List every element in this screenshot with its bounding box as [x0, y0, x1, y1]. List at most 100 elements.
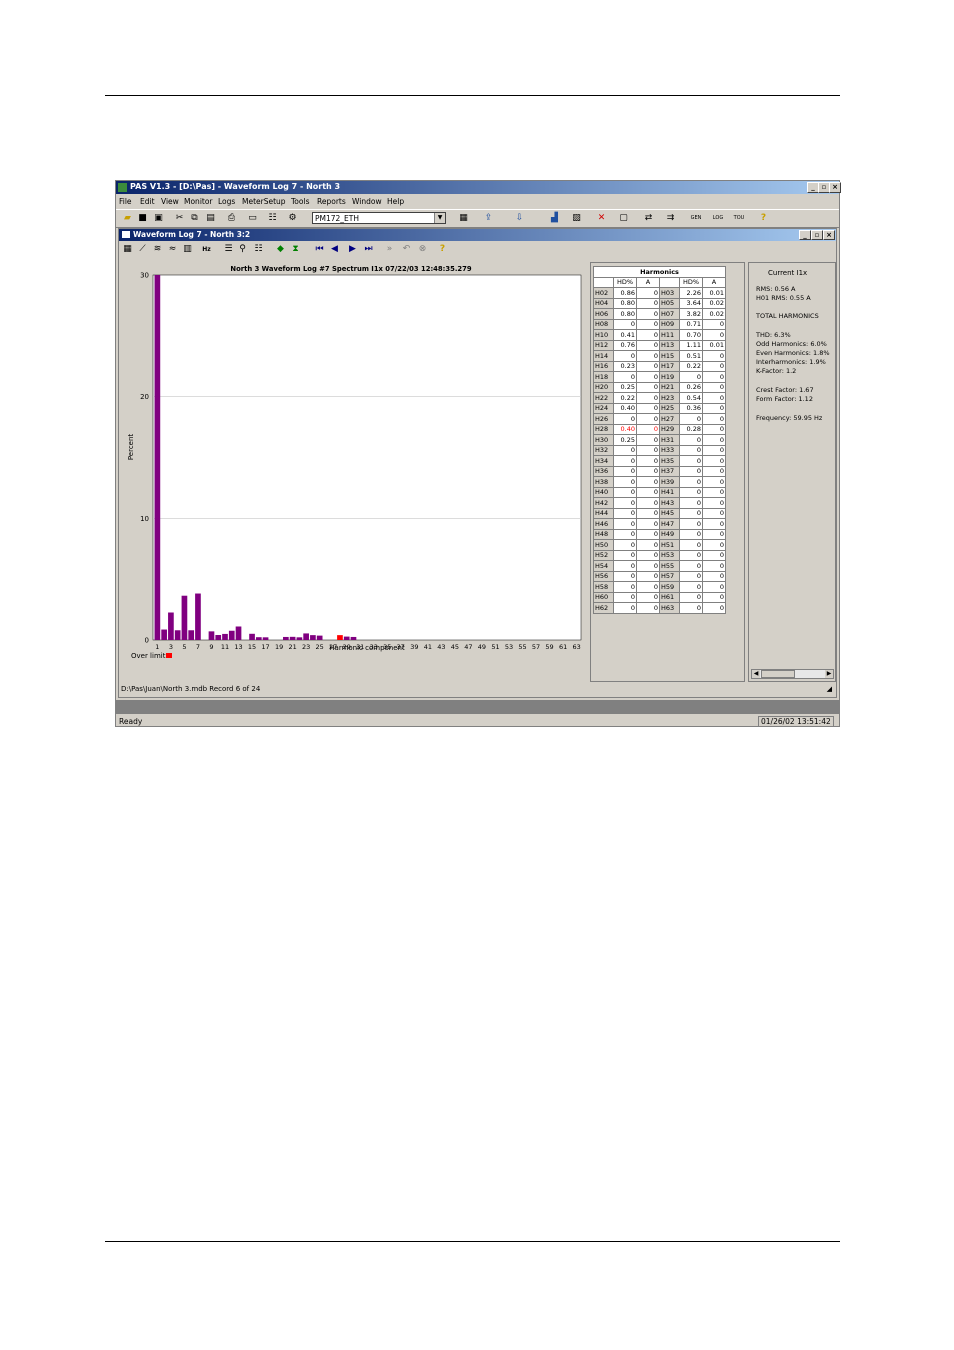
- scroll-left-icon[interactable]: ◀: [752, 670, 760, 678]
- spectrum-chart-icon[interactable]: ▥: [182, 244, 193, 255]
- tou-icon[interactable]: TOU: [731, 213, 747, 224]
- harmonic-name-cell: H25: [659, 402, 680, 414]
- grid-view-icon[interactable]: ▦: [122, 244, 133, 255]
- harmonic-name-cell: H09: [659, 318, 680, 330]
- upload-icon[interactable]: ⇪: [483, 213, 494, 224]
- harmonic-name-cell: H41: [659, 486, 680, 498]
- horizontal-scrollbar[interactable]: ◀ ▶: [751, 669, 834, 679]
- hz-icon[interactable]: Hz: [201, 244, 212, 255]
- resize-grip-icon[interactable]: ◢: [827, 685, 832, 693]
- zoom-horizontal-icon[interactable]: ⧗: [290, 244, 301, 255]
- harmonic-name-cell: H49: [659, 528, 680, 540]
- copy-icon[interactable]: ⧉: [189, 213, 200, 224]
- help-icon[interactable]: ?: [758, 213, 769, 224]
- transfer2-icon[interactable]: ⇉: [665, 213, 676, 224]
- table-icon[interactable]: ▦: [458, 213, 469, 224]
- child-close-icon[interactable]: ×: [823, 230, 835, 240]
- paste-icon[interactable]: ▤: [205, 213, 216, 224]
- bar-h30: [350, 636, 357, 640]
- x-tick-label: 17: [261, 643, 269, 651]
- stop-icon[interactable]: ▢: [618, 213, 629, 224]
- menu-logs[interactable]: Logs: [218, 197, 235, 206]
- child-restore-icon[interactable]: ▫: [811, 230, 823, 240]
- harmonic-name-cell: H44: [593, 507, 614, 519]
- open-icon[interactable]: ▰: [122, 213, 133, 224]
- harmonics-header-row: HD% A HD% A: [593, 276, 726, 288]
- harmonic-name-cell: H28: [593, 423, 614, 435]
- page-bottom-rule: [105, 1241, 840, 1242]
- menu-help[interactable]: Help: [387, 197, 404, 206]
- image-icon[interactable]: ▨: [571, 213, 582, 224]
- menu-reports[interactable]: Reports: [317, 197, 346, 206]
- scroll-right-icon[interactable]: ▶: [825, 670, 833, 678]
- harmonic-value-cell: 0: [636, 423, 660, 435]
- x-tick-label: 3: [169, 643, 173, 651]
- delete-icon[interactable]: ✕: [596, 213, 607, 224]
- harmonic-value-cell: 0: [702, 318, 726, 330]
- app-title-bar[interactable]: PAS V1.3 - [D:\Pas] - Waveform Log 7 - N…: [116, 181, 841, 194]
- undo-icon[interactable]: ↶: [401, 244, 412, 255]
- preview-icon[interactable]: ▭: [247, 213, 258, 224]
- overlay-chart-icon[interactable]: ≈: [167, 244, 178, 255]
- download-icon[interactable]: ⇩: [514, 213, 525, 224]
- harmonic-value-cell: 0.54: [679, 392, 703, 404]
- save-icon[interactable]: ■: [137, 213, 148, 224]
- list-icon[interactable]: ☰: [223, 244, 234, 255]
- cancel-icon[interactable]: ⊗: [417, 244, 428, 255]
- line-chart-icon[interactable]: ⟋: [137, 244, 148, 255]
- save-all-icon[interactable]: ▣: [153, 213, 164, 224]
- table-row: H38 0 0 H39 0 0: [593, 476, 726, 488]
- connect-icon[interactable]: ⚙: [287, 213, 298, 224]
- close-icon[interactable]: ×: [829, 182, 841, 193]
- transfer-icon[interactable]: ⇄: [643, 213, 654, 224]
- print-icon[interactable]: ⎙: [226, 213, 237, 224]
- harmonic-value-cell: 0.41: [613, 329, 637, 341]
- prev-record-icon[interactable]: ◀: [329, 244, 340, 255]
- child-help-icon[interactable]: ?: [437, 244, 448, 255]
- next-record-icon[interactable]: ▶: [347, 244, 358, 255]
- menu-file[interactable]: File: [119, 197, 132, 206]
- marker-icon[interactable]: ⚲: [237, 244, 248, 255]
- menu-edit[interactable]: Edit: [140, 197, 155, 206]
- harmonic-value-cell: 0: [613, 539, 637, 551]
- menu-view[interactable]: View: [161, 197, 179, 206]
- app-title: PAS V1.3 - [D:\Pas] - Waveform Log 7 - N…: [130, 182, 341, 191]
- table-row: H02 0.86 0 H03 2.26 0.01: [593, 287, 726, 299]
- harmonic-value-cell: 0.80: [613, 308, 637, 320]
- harmonic-value-cell: 0: [636, 434, 660, 446]
- harmonic-value-cell: 0: [679, 413, 703, 425]
- child-title-bar[interactable]: Waveform Log 7 - North 3:2 _ ▫ ×: [119, 229, 836, 241]
- chevron-down-icon[interactable]: ▼: [434, 213, 445, 223]
- x-tick-label: 63: [572, 643, 580, 651]
- menu-monitor[interactable]: Monitor: [184, 197, 213, 206]
- multi-chart-icon[interactable]: ≋: [152, 244, 163, 255]
- x-tick-label: 9: [209, 643, 213, 651]
- menu-metersetup[interactable]: MeterSetup: [242, 197, 286, 206]
- zoom-vertical-icon[interactable]: ◆: [275, 244, 286, 255]
- gen-icon[interactable]: GEN: [688, 213, 704, 224]
- table-row: H44 0 0 H45 0 0: [593, 507, 726, 519]
- child-minimize-icon[interactable]: _: [799, 230, 811, 240]
- harmonic-name-cell: H59: [659, 581, 680, 593]
- last-record-icon[interactable]: ⏭: [363, 244, 374, 255]
- menu-tools[interactable]: Tools: [291, 197, 309, 206]
- first-record-icon[interactable]: ⏮: [314, 244, 325, 255]
- cut-icon[interactable]: ✂: [174, 213, 185, 224]
- scroll-thumb[interactable]: [761, 670, 795, 678]
- settings-icon[interactable]: ☷: [253, 244, 264, 255]
- harmonic-name-cell: H19: [659, 371, 680, 383]
- x-tick-label: 53: [505, 643, 513, 651]
- bar-h10: [215, 635, 222, 640]
- x-tick-label: 7: [196, 643, 200, 651]
- harmonic-value-cell: 0: [679, 518, 703, 530]
- properties-icon[interactable]: ☷: [267, 213, 278, 224]
- harmonic-name-cell: H20: [593, 381, 614, 393]
- chart-icon[interactable]: ▟: [549, 213, 560, 224]
- harmonic-name-cell: H23: [659, 392, 680, 404]
- bar-h23: [303, 633, 309, 640]
- menu-window[interactable]: Window: [352, 197, 382, 206]
- log-icon[interactable]: LOG: [710, 213, 726, 224]
- device-select[interactable]: PM172_ETH ▼: [312, 212, 446, 224]
- harmonic-name-cell: H16: [593, 360, 614, 372]
- forward-icon[interactable]: »: [384, 244, 395, 255]
